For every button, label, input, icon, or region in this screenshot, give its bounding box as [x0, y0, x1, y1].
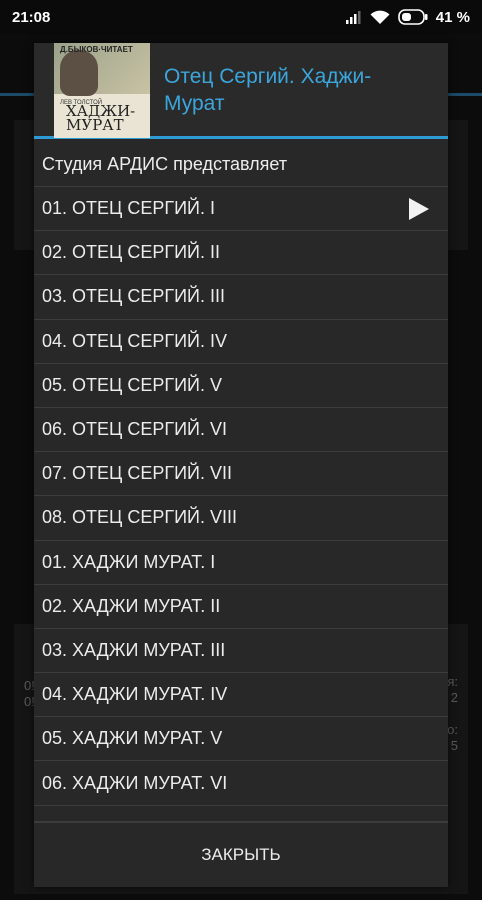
- track-list-dialog: Д.БЫКОВ·ЧИТАЕТ ЛЕВ ТОЛСТОЙ ХАДЖИ-МУРАТ О…: [34, 43, 448, 887]
- status-bar: 21:08 41 %: [0, 0, 482, 34]
- track-item[interactable]: 04. ОТЕЦ СЕРГИЙ. IV: [34, 320, 448, 364]
- signal-icon: [345, 10, 362, 24]
- track-item[interactable]: 03. ХАДЖИ МУРАТ. III: [34, 629, 448, 674]
- track-label: 03. ХАДЖИ МУРАТ. III: [42, 639, 226, 660]
- dialog-header: Д.БЫКОВ·ЧИТАЕТ ЛЕВ ТОЛСТОЙ ХАДЖИ-МУРАТ О…: [34, 43, 448, 139]
- status-time: 21:08: [12, 8, 51, 26]
- track-label: 01. ХАДЖИ МУРАТ. I: [42, 551, 216, 572]
- track-label: 05. ОТЕЦ СЕРГИЙ. V: [42, 374, 222, 395]
- track-item[interactable]: 06. ХАДЖИ МУРАТ. VI: [34, 761, 448, 806]
- background-text: 2: [450, 690, 458, 705]
- track-label: 02. ОТЕЦ СЕРГИЙ. II: [42, 242, 220, 263]
- track-list[interactable]: Студия АРДИС представляет 01. ОТЕЦ СЕРГИ…: [34, 142, 448, 820]
- battery-percentage: 41 %: [435, 8, 470, 26]
- track-label: 04. ОТЕЦ СЕРГИЙ. IV: [42, 330, 227, 351]
- track-label: 07. ХАДЖИ МУРАТ. VII: [42, 817, 232, 820]
- list-item-label: Студия АРДИС представляет: [42, 153, 288, 174]
- track-item[interactable]: 04. ХАДЖИ МУРАТ. IV: [34, 673, 448, 718]
- cover-top-label: Д.БЫКОВ·ЧИТАЕТ: [60, 44, 133, 54]
- track-label: 01. ОТЕЦ СЕРГИЙ. I: [42, 198, 215, 219]
- battery-icon: [397, 9, 428, 25]
- track-label: 02. ХАДЖИ МУРАТ. II: [42, 595, 221, 616]
- track-item[interactable]: 07. ОТЕЦ СЕРГИЙ. VII: [34, 452, 448, 497]
- list-item-intro[interactable]: Студия АРДИС представляет: [34, 142, 448, 187]
- track-item[interactable]: 02. ОТЕЦ СЕРГИЙ. II: [34, 231, 448, 276]
- screen: 21:08 41 % 0! 0! я: 2 о: 5 Д.БЫКОВ·ЧИТАЕ…: [0, 0, 482, 900]
- track-label: 06. ОТЕЦ СЕРГИЙ. VI: [42, 419, 227, 440]
- track-item[interactable]: 01. ОТЕЦ СЕРГИЙ. I: [34, 187, 448, 232]
- track-label: 05. ХАДЖИ МУРАТ. V: [42, 728, 223, 749]
- track-item[interactable]: 02. ХАДЖИ МУРАТ. II: [34, 585, 448, 629]
- track-label: 04. ХАДЖИ МУРАТ. IV: [42, 684, 228, 705]
- dialog-title: Отец Сергий. Хаджи-Мурат: [164, 64, 372, 115]
- track-item[interactable]: 07. ХАДЖИ МУРАТ. VII: [34, 806, 448, 820]
- track-label: 06. ХАДЖИ МУРАТ. VI: [42, 772, 228, 793]
- track-item[interactable]: 05. ХАДЖИ МУРАТ. V: [34, 717, 448, 762]
- track-item[interactable]: 08. ОТЕЦ СЕРГИЙ. VIII: [34, 496, 448, 541]
- play-icon: [408, 197, 430, 221]
- book-cover-image: Д.БЫКОВ·ЧИТАЕТ ЛЕВ ТОЛСТОЙ ХАДЖИ-МУРАТ: [54, 43, 150, 138]
- track-label: 03. ОТЕЦ СЕРГИЙ. III: [42, 286, 225, 307]
- track-label: 07. ОТЕЦ СЕРГИЙ. VII: [42, 463, 232, 484]
- cover-title: ХАДЖИ-МУРАТ: [66, 101, 136, 134]
- background-text: о:: [447, 722, 458, 737]
- status-icons: 41 %: [345, 8, 470, 26]
- track-item[interactable]: 01. ХАДЖИ МУРАТ. I: [34, 541, 448, 585]
- dialog-footer: ЗАКРЫТЬ: [34, 821, 448, 887]
- track-item[interactable]: 06. ОТЕЦ СЕРГИЙ. VI: [34, 408, 448, 453]
- track-item[interactable]: 05. ОТЕЦ СЕРГИЙ. V: [34, 364, 448, 408]
- close-button[interactable]: ЗАКРЫТЬ: [201, 845, 280, 865]
- track-items: 01. ОТЕЦ СЕРГИЙ. I 02. ОТЕЦ СЕРГИЙ. II 03.…: [34, 187, 448, 820]
- background-text: я:: [447, 674, 458, 689]
- track-label: 08. ОТЕЦ СЕРГИЙ. VIII: [42, 507, 237, 528]
- wifi-icon: [370, 10, 390, 25]
- background-text: 5: [450, 738, 458, 753]
- track-item[interactable]: 03. ОТЕЦ СЕРГИЙ. III: [34, 275, 448, 320]
